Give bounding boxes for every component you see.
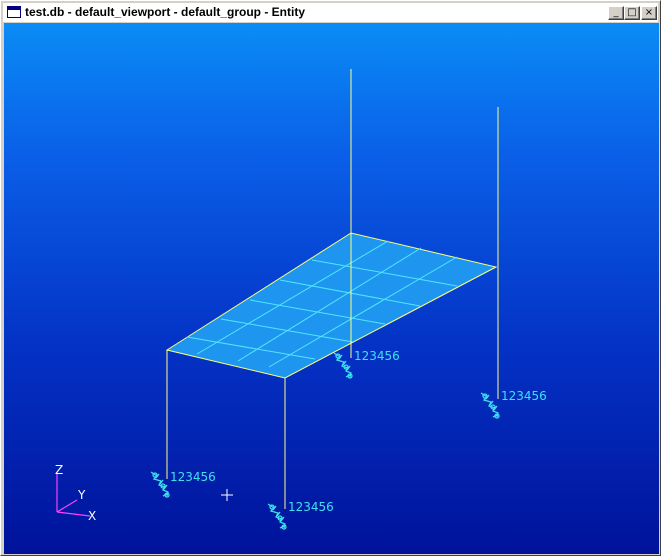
window-title: test.db - default_viewport - default_gro… — [25, 5, 306, 19]
crosshair-icon — [221, 489, 233, 501]
triad-z-label: Z — [55, 463, 63, 477]
constraint-marker[interactable] — [333, 352, 353, 379]
close-icon: × — [644, 7, 654, 18]
close-button[interactable]: × — [641, 6, 657, 20]
coordinate-triad: Z Y X — [55, 463, 96, 523]
application-window: test.db - default_viewport - default_gro… — [0, 0, 661, 556]
constraint-label: 123456 — [288, 500, 334, 514]
shell-plate[interactable] — [165, 232, 498, 379]
model-canvas[interactable]: 123456 123456 123456 123456 Z Y X — [4, 23, 659, 554]
constraint-marker[interactable] — [150, 471, 170, 498]
constraint-label: 123456 — [354, 349, 400, 363]
constraint-marker[interactable] — [480, 392, 500, 419]
title-bar[interactable]: test.db - default_viewport - default_gro… — [3, 3, 658, 22]
maximize-button[interactable]: □ — [624, 6, 640, 20]
triad-x-label: X — [88, 509, 96, 523]
app-icon — [7, 6, 21, 18]
constraint-label: 123456 — [501, 389, 547, 403]
graphics-viewport[interactable]: 123456 123456 123456 123456 Z Y X — [4, 23, 659, 554]
maximize-icon: □ — [627, 7, 637, 18]
minimize-icon: _ — [613, 7, 619, 18]
constraint-marker[interactable] — [267, 503, 287, 530]
constraint-label: 123456 — [170, 470, 216, 484]
triad-y-label: Y — [77, 488, 86, 502]
minimize-button[interactable]: _ — [608, 6, 624, 20]
